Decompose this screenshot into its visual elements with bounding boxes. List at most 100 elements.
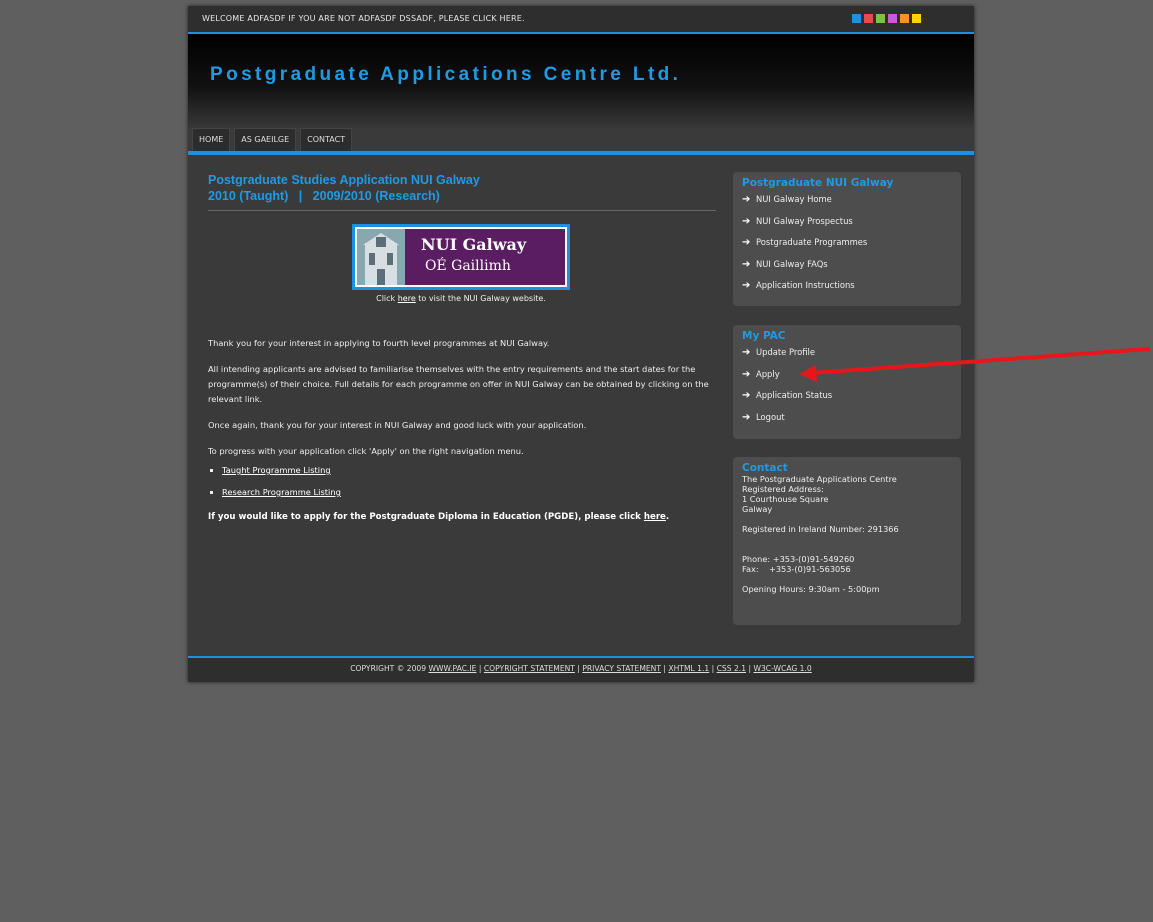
nav-divider [188,151,974,155]
tower-illustration [363,233,399,285]
arrow-right-icon: ➔ [742,237,751,248]
pgde-end: . [665,512,670,522]
contact-line [742,514,952,524]
contact-line: Phone: +353-(0)91-549260 [742,554,855,564]
sidebar-item-label: Apply [756,368,780,379]
contact-line: Fax: +353-(0)91-563056 [742,564,851,574]
sidebar-contact-title: Contact [742,462,788,474]
nav-contact[interactable]: CONTACT [300,128,353,151]
footer: COPYRIGHT © 2009 WWW.PAC.IE | COPYRIGHT … [188,658,974,682]
contact-line: The Postgraduate Applications Centre [742,474,897,484]
site-title: Postgraduate Applications Centre Ltd. [210,64,682,85]
welcome-message[interactable]: WELCOME ADFASDF IF YOU ARE NOT ADFASDF D… [202,14,525,23]
sidebar-item-label: Application Instructions [756,280,855,290]
arrow-right-icon: ➔ [742,258,751,270]
sidebar-item-label: Application Status [756,390,833,400]
footer-link-copyright[interactable]: COPYRIGHT STATEMENT [484,664,575,673]
paragraph-good-luck: Once again, thank you for your interest … [208,420,587,430]
theme-swatch[interactable] [888,14,897,23]
sidebar-item-programmes[interactable]: ➔ Postgraduate Programmes [742,232,952,254]
paragraph-advice: All intending applicants are advised to … [208,364,709,404]
sidebar-item-apply[interactable]: ➔ Apply [742,364,952,386]
main-content: Postgraduate Studies Application NUI Gal… [208,172,716,522]
caption-text-end: to visit the NUI Galway website. [415,294,546,303]
footer-link-xhtml[interactable]: XHTML 1.1 [668,664,709,673]
paragraph-instructions: To progress with your application click … [208,446,524,456]
taught-programme-link[interactable]: Taught Programme Listing [222,465,331,475]
footer-link-css[interactable]: CSS 2.1 [717,664,746,673]
contact-details: The Postgraduate Applications Centre Reg… [733,474,961,594]
page-heading: Postgraduate Studies Application NUI Gal… [208,172,716,204]
page-container: WELCOME ADFASDF IF YOU ARE NOT ADFASDF D… [188,6,974,682]
contact-line: Registered Address: [742,484,824,494]
nui-website-link[interactable]: here [398,294,416,303]
arrow-right-icon: ➔ [742,390,751,401]
sidebar-item-faqs[interactable]: ➔ NUI Galway FAQs [742,254,952,276]
site-header: Postgraduate Applications Centre Ltd. [188,34,974,130]
paragraph-thanks: Thank you for your interest in applying … [208,338,550,348]
contact-line: Opening Hours: 9:30am - 5:00pm [742,584,880,594]
top-bar: WELCOME ADFASDF IF YOU ARE NOT ADFASDF D… [188,6,974,34]
list-item: Taught Programme Listing [222,463,716,478]
footer-link-wcag[interactable]: W3C-WCAG 1.0 [753,664,811,673]
footer-link-pac[interactable]: WWW.PAC.IE [428,664,476,673]
theme-swatch[interactable] [864,14,873,23]
intro-text: Thank you for your interest in applying … [208,336,716,523]
research-programme-link[interactable]: Research Programme Listing [222,487,341,497]
sidebar-nui-galway: Postgraduate NUI Galway ➔ NUI Galway Home… [733,172,961,306]
contact-line [742,544,952,554]
theme-swatch[interactable] [876,14,885,23]
contact-line [742,574,952,584]
caption-text: Click [376,294,398,303]
logo-background: NUI Galway OÉ Gaillimh [357,229,565,285]
arrow-right-icon: ➔ [742,368,751,380]
sidebar-item-label: NUI Galway FAQs [756,258,828,269]
logo-text-irish: OÉ Gaillimh [425,258,511,274]
sidebar-my-pac: My PAC ➔ Update Profile ➔ Apply ➔ Applicati… [733,325,961,439]
arrow-right-icon: ➔ [742,194,751,205]
sidebar-item-nui-home[interactable]: ➔ NUI Galway Home [742,189,952,211]
logo-caption: Click here to visit the NUI Galway websi… [352,294,570,303]
quadrangle-tower-icon [357,229,405,285]
sidebar-item-prospectus[interactable]: ➔ NUI Galway Prospectus [742,211,952,233]
sidebar-item-label: Update Profile [756,347,816,357]
sidebar-contact: Contact The Postgraduate Applications Ce… [733,457,961,625]
sidebar-item-logout[interactable]: ➔ Logout [742,407,952,429]
contact-line: Registered in Ireland Number: 291366 [742,524,899,534]
sidebar-item-instructions[interactable]: ➔ Application Instructions [742,275,952,297]
list-item: Research Programme Listing [222,485,716,500]
nav-as-gaeilge[interactable]: AS GAEILGE [234,128,297,151]
theme-swatch[interactable] [900,14,909,23]
color-theme-swatches [852,14,921,23]
theme-swatch[interactable] [912,14,921,23]
nav-home[interactable]: HOME [192,128,231,151]
main-nav: HOME AS GAEILGE CONTACT [192,128,353,151]
pgde-text: If you would like to apply for the Postg… [208,512,644,522]
contact-line [742,534,952,544]
sidebar-item-update-profile[interactable]: ➔ Update Profile [742,342,952,364]
arrow-right-icon: ➔ [742,280,751,291]
copyright-text: COPYRIGHT © 2009 [350,664,427,673]
sidebar-item-label: Postgraduate Programmes [756,237,868,247]
sidebar-item-label: NUI Galway Prospectus [756,215,853,226]
arrow-right-icon: ➔ [742,347,751,358]
heading-line-2: 2010 (Taught) | 2009/2010 (Research) [208,189,440,203]
pgde-notice: If you would like to apply for the Postg… [208,512,716,523]
sidebar-item-label: NUI Galway Home [756,194,832,204]
logo-text-english: NUI Galway [421,235,527,254]
sidebar-nui-title: Postgraduate NUI Galway [742,177,894,189]
heading-divider [208,210,716,211]
theme-swatch[interactable] [852,14,861,23]
programme-links: Taught Programme Listing Research Progra… [208,463,716,500]
arrow-right-icon: ➔ [742,215,751,227]
contact-line: Galway [742,504,773,514]
nui-galway-logo[interactable]: NUI Galway OÉ Gaillimh [352,224,570,290]
sidebar-item-label: Logout [756,411,785,422]
heading-line-1: Postgraduate Studies Application NUI Gal… [208,173,480,187]
footer-link-privacy[interactable]: PRIVACY STATEMENT [582,664,661,673]
arrow-right-icon: ➔ [742,411,751,423]
sidebar-mypac-title: My PAC [742,330,786,342]
sidebar-item-application-status[interactable]: ➔ Application Status [742,385,952,407]
pgde-link[interactable]: here [644,512,666,522]
contact-line: 1 Courthouse Square [742,494,829,504]
